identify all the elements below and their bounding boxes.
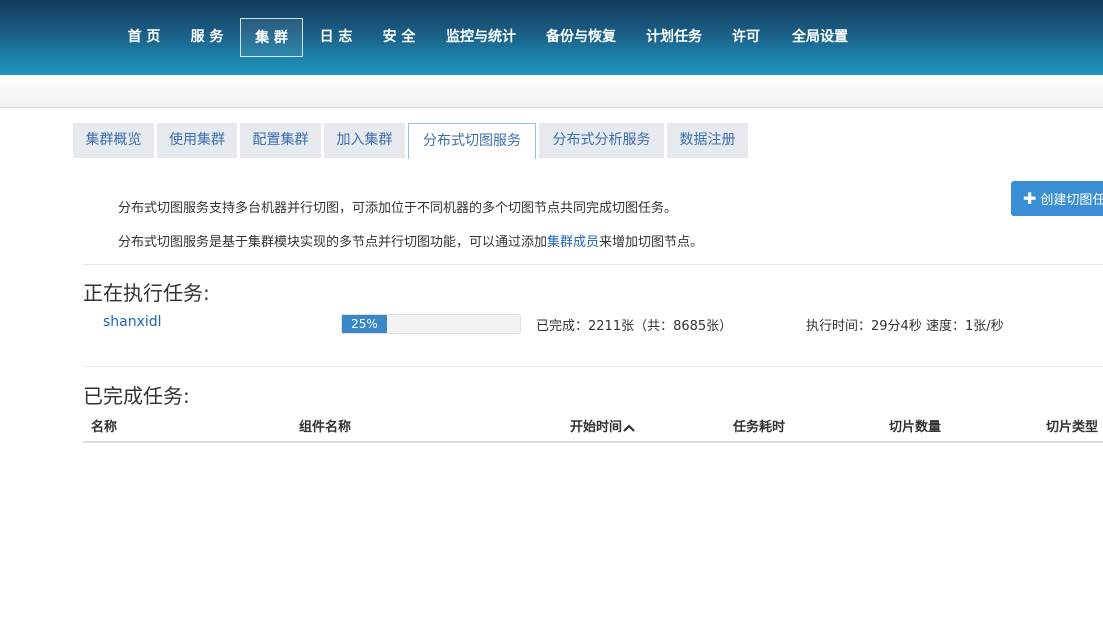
column-header-tile-count: 切片数量 (889, 420, 942, 435)
column-header-component-name: 组件名称 (299, 420, 352, 435)
nav-item-logs[interactable]: 日 志 (316, 18, 356, 57)
task-progress-fill: 25% (342, 315, 387, 333)
column-header-start-time-label: 开始时间 (570, 420, 623, 435)
nav-item-license[interactable]: 许可 (729, 18, 763, 57)
description-line-2-prefix: 分布式切图服务是基于集群模块实现的多节点并行切图功能，可以通过添加 (118, 235, 548, 250)
tab-cluster-overview[interactable]: 集群概览 (73, 123, 154, 158)
nav-item-backup[interactable]: 备份与恢复 (544, 18, 618, 57)
divider (83, 264, 1103, 265)
nav-item-global-settings[interactable]: 全局设置 (789, 18, 851, 57)
caret-up-icon (623, 423, 635, 432)
nav-item-monitoring[interactable]: 监控与统计 (444, 18, 518, 57)
sub-toolbar (0, 75, 1103, 108)
description-line-2-suffix: 来增加切图节点。 (599, 235, 704, 250)
tab-join-cluster[interactable]: 加入集群 (324, 123, 405, 158)
cluster-members-link[interactable]: 集群成员 (547, 235, 599, 250)
task-execution-time: 执行时间：29分4秒 速度：1张/秒 (806, 319, 1004, 334)
nav-item-services[interactable]: 服 务 (187, 18, 227, 57)
column-header-name: 名称 (91, 420, 118, 435)
description-line-1: 分布式切图服务支持多台机器并行切图，可添加位于不同机器的多个切图节点共同完成切图… (118, 201, 678, 216)
create-tiling-task-button[interactable]: ✚创建切图任务 (1011, 181, 1103, 216)
column-header-tile-type: 切片类型 (1046, 420, 1099, 435)
column-header-duration: 任务耗时 (733, 420, 786, 435)
tab-distributed-analysis[interactable]: 分布式分析服务 (539, 123, 664, 158)
nav-item-security[interactable]: 安 全 (379, 18, 419, 57)
tab-distributed-tiling[interactable]: 分布式切图服务 (408, 123, 536, 159)
tab-configure-cluster[interactable]: 配置集群 (240, 123, 321, 158)
running-task-name-link[interactable]: shanxidl (103, 314, 162, 330)
column-header-start-time[interactable]: 开始时间 (570, 416, 635, 435)
nav-item-home[interactable]: 首 页 (124, 18, 164, 57)
plus-icon: ✚ (1023, 189, 1037, 208)
description-line-2: 分布式切图服务是基于集群模块实现的多节点并行切图功能，可以通过添加集群成员来增加… (118, 231, 703, 250)
nav-item-cluster[interactable]: 集 群 (240, 18, 303, 57)
top-navigation: 首 页 服 务 集 群 日 志 安 全 监控与统计 备份与恢复 计划任务 许可 … (0, 0, 1103, 75)
divider (83, 366, 1103, 367)
tab-data-registration[interactable]: 数据注册 (667, 123, 748, 158)
nav-item-scheduled-tasks[interactable]: 计划任务 (644, 18, 704, 57)
completed-tasks-title: 已完成任务: (83, 384, 190, 408)
create-button-label: 创建切图任务 (1040, 193, 1103, 208)
tab-use-cluster[interactable]: 使用集群 (157, 123, 237, 158)
running-tasks-title: 正在执行任务: (83, 281, 210, 305)
table-header-divider (83, 441, 1103, 443)
task-progress-bar: 25% (341, 314, 521, 334)
task-completed-count: 已完成：2211张（共：8685张） (536, 319, 733, 334)
